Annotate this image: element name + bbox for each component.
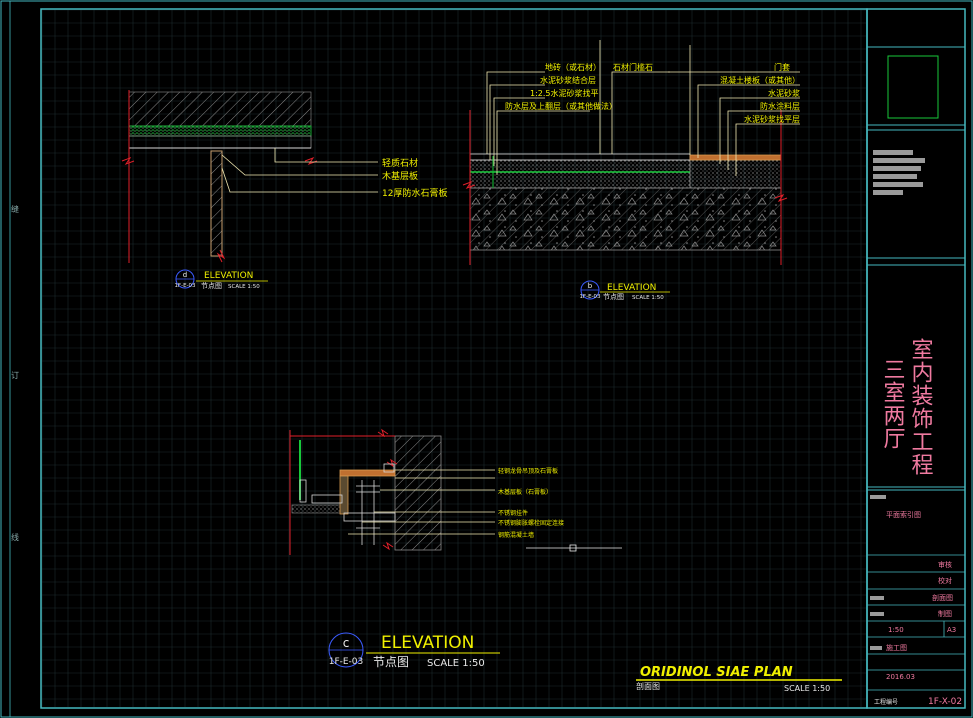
project-title-line2: 室内装饰工程 [908,338,934,476]
title-block-stage: 施工图 [886,643,907,652]
detail-a-callout-tag: d [183,271,187,279]
project-title-line1: 三室两厅 [880,358,906,450]
scale-bar [526,544,622,552]
detail-b-note-left-2: 水泥砂浆结合层 [540,75,596,85]
detail-a-note-3: 12厚防水石膏板 [382,187,447,199]
title-block-drawing-no: 1F-X-02 [928,697,962,707]
svg-text:缝: 缝 [11,204,19,214]
detail-c-note-3: 不锈钢挂件 [498,509,528,517]
detail-a-notes: 轻质石材 木基层板 12厚防水石膏板 [382,157,447,199]
title-block-row-1: 审核 [938,560,952,569]
detail-b-note-right-2: 混凝土楼板（或其他） [720,75,800,85]
company-logo-box [887,55,939,119]
detail-b-note-center: 石材门槛石 [613,62,653,72]
detail-b-note-right-3: 水泥砂浆 [768,88,800,98]
detail-a-subtitle: 节点图 [201,282,222,290]
detail-b-subtitle: 节点图 [603,293,624,301]
sheet-title: ORIDINOL SIAE PLAN 剖面图 SCALE 1:50 [636,665,842,693]
detail-c-title: ELEVATION [381,633,474,653]
detail-b-callout-tag: b [588,282,593,290]
detail-b-note-left-3: 1:2.5水泥砂浆找平 [530,88,599,98]
detail-b-note-right-4: 防水涂料层 [760,101,800,111]
title-block-paper: A3 [947,626,956,634]
margin-marks: 缝 订 线 [11,204,19,542]
detail-b-note-left-1: 地砖（或石材） [545,62,601,72]
title-block-drawing-no-label: 工程编号 [874,698,898,706]
sheet-title-text: ORIDINOL SIAE PLAN [640,665,793,680]
title-block-scale: 1:50 [888,626,904,634]
project-title: 三室两厅 室内装饰工程 [880,338,934,476]
detail-a-callout-ref: 1F-E-03 [174,283,196,289]
detail-b-title: ELEVATION [607,283,656,293]
svg-text:线: 线 [11,532,19,542]
detail-c-callout-ref: 1F-E-03 [329,657,364,667]
sheet-title-subtitle: 剖面图 [636,681,660,691]
drawing-name: 平面索引图 [886,510,921,519]
svg-text:订: 订 [11,370,19,380]
detail-c-note-5: 钢筋混凝土墙 [498,531,534,539]
title-block-date: 2016.03 [886,673,915,681]
detail-a-label: d 1F-E-03 ELEVATION 节点图 SCALE 1:50 [174,269,268,290]
title-block-row-3: 剖面图 [932,593,953,602]
detail-a-note-1: 轻质石材 [382,157,418,169]
detail-b-section [462,40,800,265]
company-info-redacted [873,150,925,195]
detail-a-note-2: 木基层板 [382,170,418,182]
sheet-title-scale: SCALE 1:50 [784,684,830,693]
title-block-row-2: 校对 [938,576,952,585]
detail-a-scale: SCALE 1:50 [228,284,260,290]
cad-drawing-sheet: 缝 订 线 轻质石材 木基层板 12厚防水石膏板 d 1F-E-03 ELEVA… [0,0,973,718]
detail-b-note-right-5: 水泥砂浆找平层 [744,114,800,124]
detail-b-note-left-4: 防水层及上翻层（或其他做法） [505,101,617,111]
title-block-row-4: 制图 [938,609,952,618]
detail-b-label: b 1F-E-03 ELEVATION 节点图 SCALE 1:50 [579,280,670,301]
detail-b-note-right-1: 门套 [774,62,790,72]
detail-c-section [289,428,495,555]
detail-b-scale: SCALE 1:50 [632,295,664,301]
detail-b-callout-ref: 1F-E-03 [579,294,601,300]
detail-c-note-4: 不锈钢膨胀螺栓固定连接 [498,519,564,527]
detail-c-subtitle: 节点图 [373,655,409,669]
detail-a-title: ELEVATION [204,271,253,281]
detail-c-callout-tag: c [343,636,350,650]
detail-c-scale: SCALE 1:50 [427,658,485,669]
detail-c-note-2: 木基层板（石膏板） [498,488,552,496]
detail-c-note-1: 轻钢龙骨吊顶及石膏板 [498,467,558,475]
title-block: 三室两厅 室内装饰工程 平面索引图 审核 校对 剖面图 制图 1:50 A3 施… [867,46,965,707]
detail-c-label: c 1F-E-03 ELEVATION 节点图 SCALE 1:50 [328,632,500,669]
